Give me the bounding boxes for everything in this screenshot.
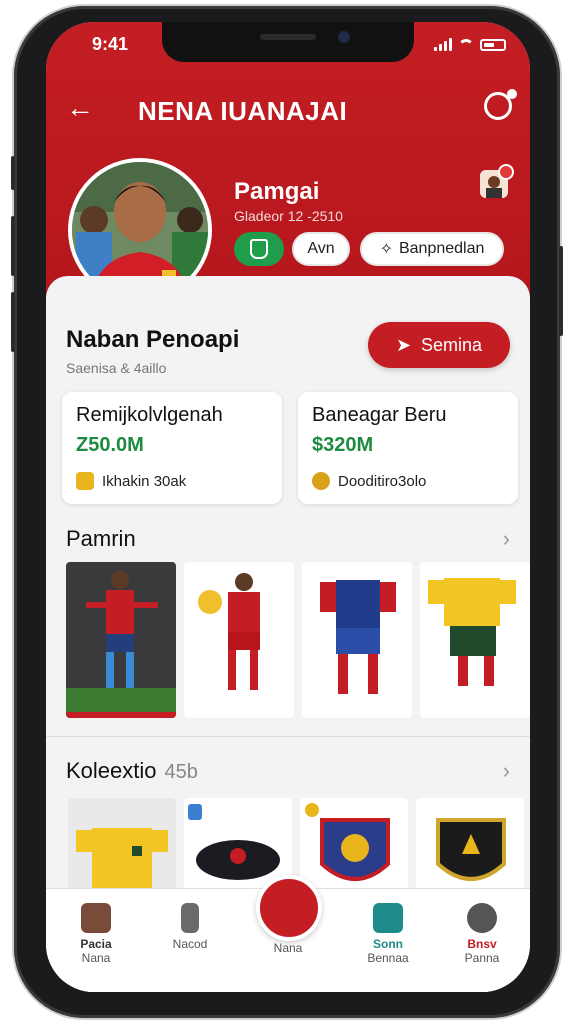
semina-button[interactable]: ➤ Semina [368, 322, 510, 368]
selected-underline [66, 712, 176, 718]
tab-sublabel: Panna [464, 951, 500, 965]
send-icon: ➤ [395, 334, 412, 355]
profile-name: Pamgai [234, 178, 320, 205]
tab-home[interactable]: Pacia Nana [56, 903, 136, 965]
section-divider [46, 736, 530, 737]
stat-value: Z50.0M [76, 434, 144, 456]
speaker [260, 34, 316, 40]
trophy-icon [76, 472, 94, 490]
app-screen: 9:41 ← NENA IUANAJAI Pamgai Gladeor 12 -… [46, 22, 530, 992]
tab-label: Sonn [373, 937, 403, 951]
tab-sublabel: Nacod [172, 937, 208, 951]
page-title: NENA IUANAJAI [138, 96, 348, 126]
jersey-figure [320, 580, 396, 694]
home-icon [81, 903, 111, 933]
player-card[interactable] [66, 562, 176, 718]
tab-sublabel: Nana [273, 941, 303, 955]
collection-item[interactable] [68, 798, 176, 894]
notch [162, 22, 414, 62]
pill-label: Avn [307, 240, 335, 257]
banpnedlan-pill-button[interactable]: ✧ Banpnedlan [360, 232, 504, 266]
back-arrow-icon[interactable]: ← [66, 94, 94, 122]
ball-icon [312, 472, 330, 490]
power-button [559, 246, 563, 336]
star-icon: ✧ [379, 241, 393, 258]
section-subtitle: Saenisa & 4aillo [66, 360, 167, 376]
players-section-title: Pamrin [66, 526, 136, 551]
collection-title-text: Koleextio [66, 758, 157, 783]
cta-label: Semina [421, 334, 483, 355]
trash-icon [181, 903, 199, 933]
jersey-card[interactable] [420, 562, 530, 718]
tab-center-label: Nana [248, 941, 328, 955]
stat-title: Baneagar Beru [312, 404, 447, 426]
tab-records[interactable]: Nacod [150, 903, 230, 951]
stat-footer: Dooditiro3olo [312, 472, 426, 490]
wifi-icon [458, 39, 474, 51]
stat-value: $320M [312, 434, 374, 456]
jersey-figure [428, 578, 516, 686]
avn-pill-button[interactable]: Avn [292, 232, 350, 266]
notification-badge [498, 164, 514, 180]
section-title: Naban Penoapi [66, 326, 240, 353]
chevron-right-icon[interactable]: › [503, 758, 510, 784]
yellow-jersey-image [76, 828, 168, 894]
collection-item[interactable] [416, 798, 524, 894]
tab-label: Bnsv [467, 937, 497, 951]
bottom-tab-bar: Pacia Nana Nacod Nana Sonn Bennaa Bnsv P… [46, 875, 530, 992]
profile-subtitle: Gladeor 12 -2510 [234, 208, 343, 224]
battery-icon [480, 39, 506, 51]
player-figure [86, 571, 158, 688]
jersey-card[interactable] [302, 562, 412, 718]
tab-sublabel: Nana [81, 951, 111, 965]
settings-icon[interactable] [484, 89, 517, 120]
profile-icon [467, 903, 497, 933]
volume-down-button [11, 292, 15, 352]
stat-footer: Ikhakin 30ak [76, 472, 186, 490]
badge-image [436, 818, 506, 881]
status-time: 9:41 [92, 34, 129, 54]
status-icons [434, 38, 506, 51]
collection-count: 45b [164, 761, 198, 783]
stat-footer-text: Ikhakin 30ak [102, 472, 187, 490]
player-card[interactable] [184, 562, 294, 718]
player-figure [198, 573, 260, 690]
shield-icon [250, 239, 268, 259]
tab-sublabel: Bennaa [367, 951, 409, 965]
stat-card[interactable]: Baneagar Beru $320M Dooditiro3olo [298, 392, 518, 504]
crest-image [305, 803, 390, 881]
collection-section-title: Koleextio 45b [66, 758, 198, 784]
front-camera [338, 31, 350, 43]
volume-up-button [11, 216, 15, 276]
stat-title: Remijkolvlgenah [76, 404, 223, 426]
tab-profile[interactable]: Bnsv Panna [442, 903, 522, 965]
shield-pill-button[interactable] [234, 232, 284, 266]
mute-switch [11, 156, 15, 190]
stat-card[interactable]: Remijkolvlgenah Z50.0M Ikhakin 30ak [62, 392, 282, 504]
tab-label: Pacia [80, 937, 112, 951]
pill-label: Banpnedlan [398, 240, 485, 257]
signal-icon [434, 38, 452, 51]
stat-footer-text: Dooditiro3olo [338, 472, 427, 490]
center-bell-icon[interactable] [256, 875, 322, 941]
shirt-icon [373, 903, 403, 933]
tab-store[interactable]: Sonn Bennaa [348, 903, 428, 965]
collection-item[interactable] [300, 798, 408, 894]
chevron-right-icon[interactable]: › [503, 526, 510, 552]
